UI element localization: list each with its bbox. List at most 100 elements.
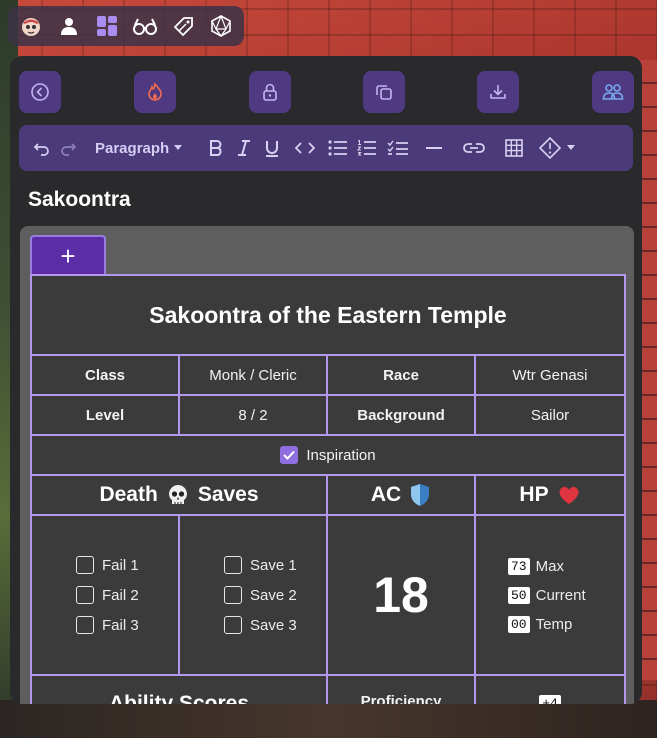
fail-2[interactable]: Fail 2 (76, 586, 139, 604)
background-value[interactable]: Sailor (476, 396, 624, 434)
users-button[interactable] (592, 71, 634, 113)
page-title: Sakoontra (28, 188, 131, 211)
death-saves-label-2: Saves (197, 483, 259, 506)
hp-current-label: Current (535, 586, 586, 604)
save-3-label: Save 3 (250, 616, 297, 634)
level-value[interactable]: 8 / 2 (180, 396, 328, 434)
race-value[interactable]: Wtr Genasi (476, 356, 624, 394)
link-icon[interactable] (454, 133, 494, 163)
proficiency-value[interactable]: +4 (539, 695, 561, 704)
horizontal-rule-icon[interactable] (414, 133, 454, 163)
user-icon[interactable] (55, 12, 83, 40)
editor-panel: Paragraph Sakoontra + Sakoontra of the E… (10, 56, 642, 704)
fail-1-checkbox[interactable] (76, 556, 94, 574)
inspiration-label: Inspiration (306, 446, 376, 464)
hp-cell: 73 Max 50 Current 00 Temp (476, 516, 624, 674)
hp-label: HP (519, 483, 549, 506)
table-row: Level 8 / 2 Background Sailor (32, 396, 624, 436)
save-3[interactable]: Save 3 (224, 616, 297, 634)
saves-cell: Save 1 Save 2 Save 3 (180, 516, 328, 674)
fail-1-label: Fail 1 (102, 556, 139, 574)
paragraph-style-dropdown[interactable]: Paragraph (95, 139, 183, 157)
ac-value[interactable]: 18 (328, 516, 476, 674)
ability-scores-header: Ability Scores (32, 676, 328, 704)
background-label: Background (328, 396, 476, 434)
fail-2-checkbox[interactable] (76, 586, 94, 604)
table-row: Fail 1 Fail 2 Fail 3 Save 1 Save 2 Save … (32, 516, 624, 676)
add-tab-button[interactable]: + (30, 235, 106, 275)
caret-down-icon (174, 145, 183, 150)
bullet-list-icon[interactable] (324, 133, 352, 163)
formatting-toolbar: Paragraph (19, 125, 633, 171)
fire-button[interactable] (134, 71, 176, 113)
back-button[interactable] (19, 71, 61, 113)
table-row: Death Saves AC HP (32, 476, 624, 516)
avatar-icon[interactable] (17, 12, 45, 40)
diamond-icon (539, 137, 562, 159)
tag-icon[interactable] (169, 12, 197, 40)
paragraph-style-label: Paragraph (95, 139, 170, 157)
race-label: Race (328, 356, 476, 394)
level-label: Level (32, 396, 180, 434)
table-icon[interactable] (494, 133, 534, 163)
sheet-table: Sakoontra of the Eastern Temple Class Mo… (30, 274, 626, 704)
numbered-list-icon[interactable] (352, 133, 382, 163)
fail-3[interactable]: Fail 3 (76, 616, 139, 634)
heart-icon (559, 486, 579, 504)
save-2[interactable]: Save 2 (224, 586, 297, 604)
inspiration-cell: Inspiration (32, 436, 624, 474)
fail-1[interactable]: Fail 1 (76, 556, 139, 574)
character-sheet: + Sakoontra of the Eastern Temple Class … (20, 226, 634, 704)
checklist-icon[interactable] (382, 133, 414, 163)
shield-icon (411, 484, 430, 506)
dashboard-icon[interactable] (93, 12, 121, 40)
fail-3-checkbox[interactable] (76, 616, 94, 634)
class-value[interactable]: Monk / Cleric (180, 356, 328, 394)
table-row: Ability Scores Proficiency +4 (32, 676, 624, 704)
bold-icon[interactable] (202, 133, 230, 163)
proficiency-value-cell: +4 (476, 676, 624, 704)
redo-icon[interactable] (55, 133, 81, 163)
fail-3-label: Fail 3 (102, 616, 139, 634)
background-floor (0, 700, 657, 738)
fire-icon (148, 82, 162, 101)
fails-cell: Fail 1 Fail 2 Fail 3 (32, 516, 180, 674)
save-1[interactable]: Save 1 (224, 556, 297, 574)
component-dropdown[interactable] (534, 133, 580, 163)
hp-current: 50 Current (508, 586, 586, 604)
copy-button[interactable] (363, 71, 405, 113)
users-icon (602, 84, 624, 100)
hp-max: 73 Max (508, 557, 564, 575)
death-saves-label-1: Death (99, 483, 158, 506)
undo-icon[interactable] (29, 133, 55, 163)
code-icon[interactable] (286, 133, 324, 163)
check-icon (283, 450, 296, 460)
download-icon (490, 85, 506, 99)
hp-temp-value[interactable]: 00 (508, 615, 530, 633)
hp-max-value[interactable]: 73 (508, 557, 530, 575)
character-name: Sakoontra of the Eastern Temple (149, 301, 507, 328)
fail-2-label: Fail 2 (102, 586, 139, 604)
top-icon-bar (8, 6, 244, 46)
death-saves-header: Death Saves (32, 476, 328, 514)
inspiration-checkbox[interactable] (280, 446, 299, 464)
download-button[interactable] (477, 71, 519, 113)
save-1-checkbox[interactable] (224, 556, 242, 574)
glasses-icon[interactable] (131, 12, 159, 40)
lock-button[interactable] (249, 71, 291, 113)
save-3-checkbox[interactable] (224, 616, 242, 634)
lock-icon (263, 83, 277, 101)
ac-label: AC (370, 483, 402, 506)
save-2-checkbox[interactable] (224, 586, 242, 604)
hp-temp-label: Temp (535, 615, 573, 633)
d20-icon[interactable] (207, 12, 235, 40)
hp-current-value[interactable]: 50 (508, 586, 530, 604)
italic-icon[interactable] (230, 133, 258, 163)
caret-down-icon (567, 145, 576, 150)
hp-max-label: Max (535, 557, 564, 575)
back-icon (31, 83, 49, 101)
underline-icon[interactable] (258, 133, 286, 163)
table-row: Class Monk / Cleric Race Wtr Genasi (32, 356, 624, 396)
table-row: Inspiration (32, 436, 624, 476)
copy-icon (376, 85, 392, 100)
